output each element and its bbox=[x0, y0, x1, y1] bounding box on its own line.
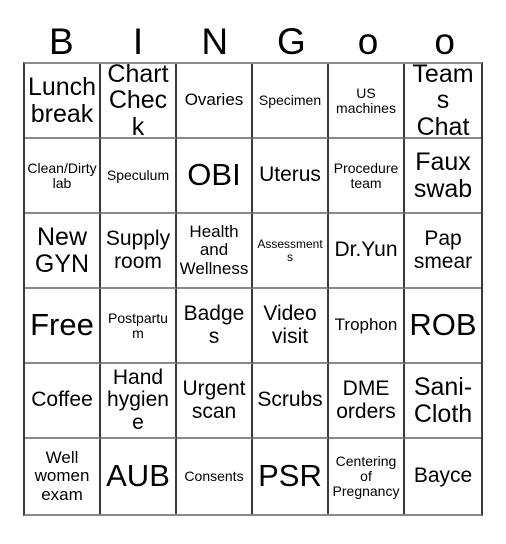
bingo-cell-label: Assessments bbox=[257, 236, 323, 264]
bingo-card: B I N Go o Lunch break Chart Check Ovaries Spec… bbox=[0, 0, 506, 544]
bingo-cell[interactable]: Bayce bbox=[405, 439, 481, 514]
bingo-cell[interactable]: Supply room bbox=[101, 214, 177, 289]
bingo-cell[interactable]: Lunch break bbox=[25, 64, 101, 139]
bingo-cell[interactable]: Video visit bbox=[253, 289, 329, 364]
bingo-cell[interactable]: Chart Check bbox=[101, 64, 177, 139]
bingo-cell-label: Uterus bbox=[259, 163, 321, 187]
bingo-cell[interactable]: US machines bbox=[329, 64, 405, 139]
bingo-cell[interactable]: Postpartum bbox=[101, 289, 177, 364]
bingo-cell-label: Urgent scan bbox=[182, 377, 246, 423]
bingo-cell-label: Teams Chat bbox=[412, 64, 474, 139]
bingo-cell[interactable]: Assessments bbox=[253, 214, 329, 289]
bingo-cell-label: Health and Wellness bbox=[179, 222, 249, 278]
bingo-cell[interactable]: Teams Chat bbox=[405, 64, 481, 139]
bingo-cell[interactable]: Specimen bbox=[253, 64, 329, 139]
bingo-cell-label: Ovaries bbox=[184, 90, 244, 110]
bingo-grid: Lunch break Chart Check Ovaries Specimen US … bbox=[23, 62, 483, 516]
bingo-header-letter-0: B bbox=[48, 21, 74, 62]
bingo-cell-label: OBI bbox=[187, 157, 241, 193]
bingo-cell[interactable]: PSR bbox=[253, 439, 329, 514]
bingo-cell-label: US machines bbox=[336, 84, 396, 116]
bingo-cell-label: Centering of Pregnancy bbox=[332, 453, 400, 499]
bingo-cell[interactable]: Hand hygiene bbox=[101, 364, 177, 439]
bingo-cell[interactable]: Pap smear bbox=[405, 214, 481, 289]
bingo-cell-label: Lunch break bbox=[27, 73, 97, 128]
bingo-cell[interactable]: Procedure team bbox=[329, 139, 405, 214]
bingo-header-letter-2: N bbox=[201, 21, 229, 62]
bingo-cell[interactable]: Centering of Pregnancy bbox=[329, 439, 405, 514]
bingo-cell[interactable]: Faux swab bbox=[405, 139, 481, 214]
bingo-cell-label: Procedure team bbox=[333, 159, 399, 191]
bingo-cell[interactable]: OBI bbox=[177, 139, 253, 214]
bingo-header-letter-3: G bbox=[276, 21, 306, 62]
bingo-cell[interactable]: Consents bbox=[177, 439, 253, 514]
bingo-cell-label: Postpartum bbox=[108, 309, 168, 341]
bingo-cell[interactable]: Trophon bbox=[329, 289, 405, 364]
bingo-cell[interactable]: Free bbox=[25, 289, 101, 364]
bingo-cell-label: DME orders bbox=[336, 377, 396, 423]
bingo-cell-label: Badges bbox=[183, 302, 245, 348]
bingo-cell[interactable]: Ovaries bbox=[177, 64, 253, 139]
bingo-cell[interactable]: AUB bbox=[101, 439, 177, 514]
bingo-cell-label: AUB bbox=[106, 458, 170, 494]
bingo-cell-label: New GYN bbox=[34, 223, 90, 278]
bingo-cell[interactable]: Speculum bbox=[101, 139, 177, 214]
bingo-cell-label: Free bbox=[30, 307, 94, 343]
bingo-cell[interactable]: Badges bbox=[177, 289, 253, 364]
bingo-cell-label: ROB bbox=[409, 307, 477, 343]
bingo-cell-label: PSR bbox=[258, 458, 322, 494]
bingo-cell-label: Hand hygiene bbox=[107, 366, 169, 434]
bingo-cell-label: Sani-Cloth bbox=[413, 373, 473, 428]
bingo-cell-label: Well women exam bbox=[34, 448, 90, 504]
bingo-cell[interactable]: Uterus bbox=[253, 139, 329, 214]
bingo-cell[interactable]: Urgent scan bbox=[177, 364, 253, 439]
bingo-cell-label: Chart Check bbox=[107, 64, 169, 139]
bingo-cell-label: Faux swab bbox=[413, 148, 473, 203]
bingo-cell[interactable]: New GYN bbox=[25, 214, 101, 289]
bingo-cell-label: Trophon bbox=[334, 315, 398, 335]
bingo-header-letter-4: o bbox=[357, 21, 379, 62]
bingo-cell[interactable]: Sani-Cloth bbox=[405, 364, 481, 439]
bingo-cell[interactable]: DME orders bbox=[329, 364, 405, 439]
bingo-cell-label: Scrubs bbox=[257, 388, 323, 412]
bingo-cell-label: Dr.Yun bbox=[334, 238, 398, 262]
bingo-header-row: B I N Go o bbox=[23, 16, 483, 62]
bingo-cell-label: Consents bbox=[184, 468, 244, 485]
bingo-cell-label: Clean/Dirty lab bbox=[27, 159, 97, 191]
bingo-cell[interactable]: Well women exam bbox=[25, 439, 101, 514]
bingo-cell-label: Specimen bbox=[258, 92, 322, 109]
bingo-cell[interactable]: Scrubs bbox=[253, 364, 329, 439]
bingo-cell-label: Pap smear bbox=[413, 227, 473, 273]
bingo-cell[interactable]: Coffee bbox=[25, 364, 101, 439]
bingo-cell[interactable]: Clean/Dirty lab bbox=[25, 139, 101, 214]
bingo-cell-label: Video visit bbox=[263, 302, 317, 348]
bingo-header-letter-5: o bbox=[434, 21, 455, 62]
bingo-cell[interactable]: Health and Wellness bbox=[177, 214, 253, 289]
bingo-cell-label: Bayce bbox=[413, 464, 473, 488]
bingo-cell-label: Supply room bbox=[105, 227, 171, 273]
bingo-cell-label: Coffee bbox=[31, 388, 93, 412]
bingo-cell[interactable]: ROB bbox=[405, 289, 481, 364]
bingo-header-letter-1: I bbox=[132, 21, 144, 62]
bingo-cell-label: Speculum bbox=[106, 167, 170, 184]
bingo-cell[interactable]: Dr.Yun bbox=[329, 214, 405, 289]
